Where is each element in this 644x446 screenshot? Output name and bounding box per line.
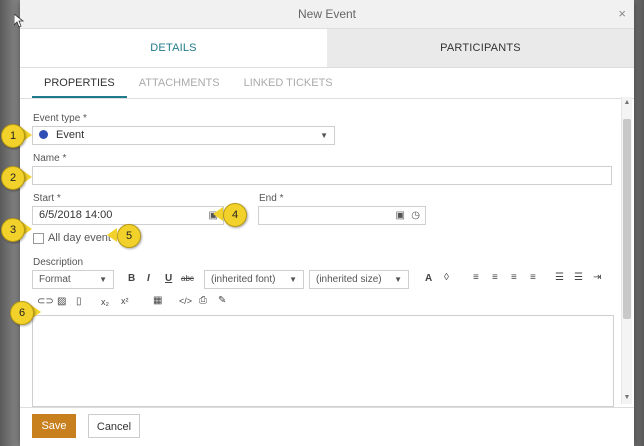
end-field[interactable]: ▣ ◷ <box>258 206 426 225</box>
bold-button[interactable]: B <box>128 273 135 284</box>
table-icon[interactable]: ▦ <box>153 295 162 306</box>
event-type-label: Event type * <box>33 113 87 124</box>
html-source-icon[interactable]: </> <box>179 296 192 306</box>
annotation-badge-2: 2 <box>1 166 25 190</box>
start-label: Start * <box>33 193 61 204</box>
calendar-icon[interactable]: ▣ <box>396 207 405 224</box>
numbered-list-icon[interactable]: ☰ <box>574 272 583 283</box>
bulleted-list-icon[interactable]: ☰ <box>555 272 564 283</box>
superscript-button[interactable]: x² <box>121 296 129 306</box>
start-field[interactable]: 6/5/2018 14:00 ▣ <box>32 206 224 225</box>
subtab-properties[interactable]: PROPERTIES <box>32 68 127 98</box>
event-type-select[interactable]: Event ▼ <box>32 126 335 145</box>
sub-tabs: PROPERTIES ATTACHMENTS LINKED TICKETS <box>20 68 634 99</box>
backdrop: New Event × DETAILS PARTICIPANTS PROPERT… <box>0 0 644 446</box>
scroll-up-icon[interactable]: ▲ <box>623 99 631 107</box>
size-select-value: (inherited size) <box>316 274 382 285</box>
annotation-badge-4: 4 <box>223 203 247 227</box>
file-icon[interactable]: ▯ <box>76 296 82 307</box>
all-day-label: All day event <box>48 232 111 244</box>
chevron-down-icon: ▼ <box>289 275 297 284</box>
tab-participants[interactable]: PARTICIPANTS <box>327 29 634 67</box>
chevron-down-icon: ▼ <box>320 131 328 140</box>
name-label: Name * <box>33 153 67 164</box>
background-color-icon[interactable]: ◊ <box>444 272 449 283</box>
description-editor[interactable] <box>32 315 614 407</box>
align-right-icon[interactable]: ≡ <box>511 272 517 283</box>
dialog-footer: Save Cancel <box>20 407 634 446</box>
name-field[interactable] <box>32 166 612 185</box>
annotation-badge-1: 1 <box>1 124 25 148</box>
new-event-dialog: New Event × DETAILS PARTICIPANTS PROPERT… <box>20 0 634 446</box>
cancel-button[interactable]: Cancel <box>88 414 140 438</box>
start-value: 6/5/2018 14:00 <box>39 209 113 221</box>
align-left-icon[interactable]: ≡ <box>473 272 479 283</box>
chevron-down-icon: ▼ <box>99 275 107 284</box>
properties-panel: Event type * Event ▼ Name * Start * 6/5/… <box>20 97 620 407</box>
clock-icon[interactable]: ◷ <box>411 207 420 224</box>
dialog-titlebar: New Event × <box>20 0 634 29</box>
event-type-value: Event <box>56 129 85 141</box>
tab-details[interactable]: DETAILS <box>20 29 327 67</box>
strikethrough-button[interactable]: abc <box>181 274 194 283</box>
format-select[interactable]: Format ▼ <box>32 270 114 289</box>
justify-icon[interactable]: ≡ <box>530 272 536 283</box>
annotation-badge-5: 5 <box>117 224 141 248</box>
size-select[interactable]: (inherited size) ▼ <box>309 270 409 289</box>
end-label: End * <box>259 193 284 204</box>
callout-pointer <box>107 228 117 242</box>
chevron-down-icon: ▼ <box>394 275 402 284</box>
underline-button[interactable]: U <box>165 273 172 284</box>
event-type-color-dot <box>39 130 48 139</box>
dialog-title: New Event <box>297 7 357 21</box>
save-button[interactable]: Save <box>32 414 76 438</box>
italic-button[interactable]: I <box>147 273 150 284</box>
align-center-icon[interactable]: ≡ <box>492 272 498 283</box>
indent-icon[interactable]: ⇥ <box>593 272 601 283</box>
subtab-linked-tickets[interactable]: LINKED TICKETS <box>232 68 345 98</box>
mouse-cursor-icon <box>14 14 24 28</box>
text-color-button[interactable]: A <box>425 273 432 284</box>
scrollbar[interactable]: ▲ ▼ <box>621 97 632 404</box>
all-day-checkbox[interactable] <box>33 233 44 244</box>
image-icon[interactable]: ▨ <box>57 296 66 307</box>
annotation-badge-3: 3 <box>1 218 25 242</box>
callout-pointer <box>213 207 223 221</box>
print-icon[interactable]: ⎙ <box>199 295 207 306</box>
format-select-value: Format <box>39 274 71 285</box>
scroll-down-icon[interactable]: ▼ <box>623 394 631 402</box>
font-select-value: (inherited font) <box>211 274 276 285</box>
subtab-attachments[interactable]: ATTACHMENTS <box>127 68 232 98</box>
scroll-thumb[interactable] <box>623 119 631 319</box>
main-tabs: DETAILS PARTICIPANTS <box>20 29 634 68</box>
close-icon[interactable]: × <box>618 0 626 28</box>
description-label: Description <box>33 257 84 268</box>
font-select[interactable]: (inherited font) ▼ <box>204 270 304 289</box>
subscript-button[interactable]: x₂ <box>101 297 109 307</box>
clear-formatting-icon[interactable]: ✎ <box>218 295 226 306</box>
annotation-badge-6: 6 <box>10 301 34 325</box>
